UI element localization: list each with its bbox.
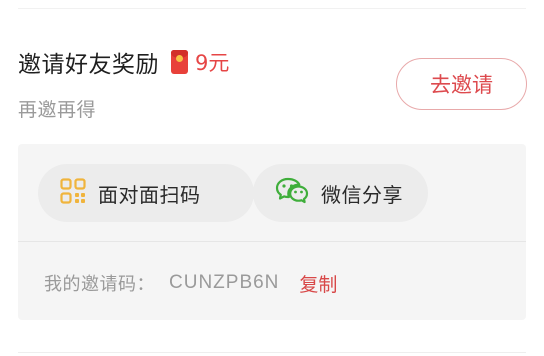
wechat-icon xyxy=(275,177,309,209)
qr-code-icon xyxy=(60,178,86,208)
invite-code-label: 我的邀请码： xyxy=(44,274,155,295)
share-panel: 面对面扫码 微信分享 我的邀请码： CUNZPB6N 复制 xyxy=(18,144,526,320)
invite-reward-card: 邀请好友奖励 9元 再邀再得 去邀请 面对面扫码 微信分享 我的邀请码： CUN… xyxy=(0,0,544,356)
invite-code-value: CUNZPB6N xyxy=(169,272,280,293)
bottom-divider xyxy=(18,352,526,353)
red-envelope-icon xyxy=(171,50,188,74)
reward-amount: 9元 xyxy=(195,51,230,75)
wechat-share-button[interactable]: 微信分享 xyxy=(253,164,428,222)
wechat-share-label: 微信分享 xyxy=(321,182,403,207)
reward-title-row: 邀请好友奖励 9元 xyxy=(18,44,229,80)
go-invite-button[interactable]: 去邀请 xyxy=(396,58,527,110)
top-divider xyxy=(18,8,526,9)
face-to-face-label: 面对面扫码 xyxy=(98,182,201,207)
reward-subtitle: 再邀再得 xyxy=(18,99,97,121)
face-to-face-scan-button[interactable]: 面对面扫码 xyxy=(38,164,254,222)
invite-code-row: 我的邀请码： CUNZPB6N 复制 xyxy=(44,268,337,298)
reward-title: 邀请好友奖励 xyxy=(18,52,159,78)
panel-divider xyxy=(18,241,526,242)
copy-code-button[interactable]: 复制 xyxy=(299,270,337,297)
